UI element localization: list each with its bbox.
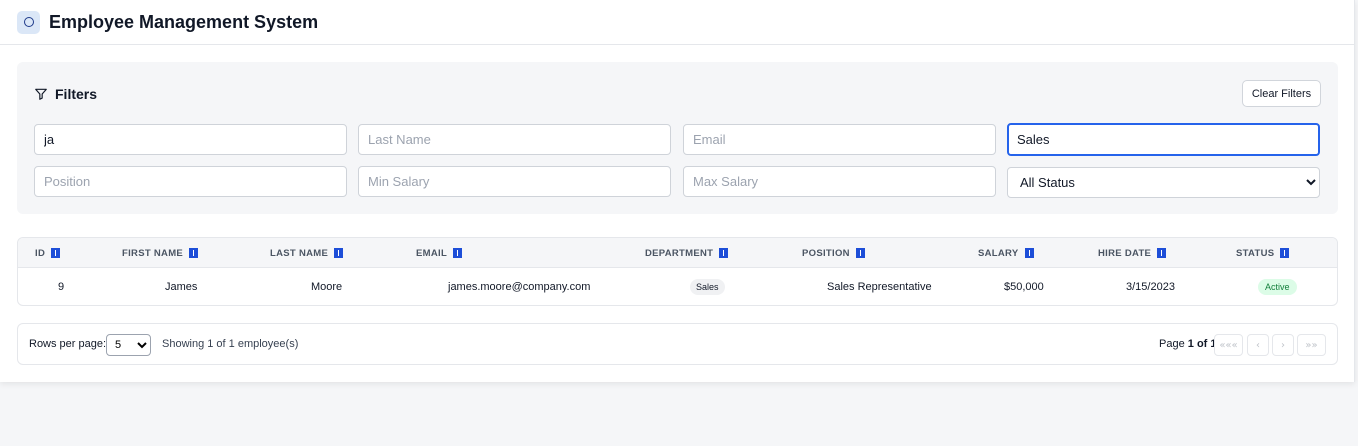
employee-table: ID FIRST NAME LAST NAME EMAIL DEPARTMENT… xyxy=(17,237,1338,306)
last-page-button[interactable]: »» xyxy=(1297,334,1326,356)
cell-email: james.moore@company.com xyxy=(448,281,591,293)
page-indicator: Page 1 of 1 xyxy=(1159,338,1217,350)
logo-icon xyxy=(17,10,40,34)
filters-title: Filters xyxy=(55,86,98,102)
showing-count: Showing 1 of 1 employee(s) xyxy=(162,338,299,350)
email-filter-input[interactable] xyxy=(683,124,996,155)
page-title: Employee Management System xyxy=(49,11,319,32)
rows-per-page-select[interactable]: 5 xyxy=(106,334,151,356)
last-name-filter-input[interactable] xyxy=(358,124,671,155)
max-salary-filter-input[interactable] xyxy=(683,166,996,197)
status-badge: Active xyxy=(1258,279,1297,295)
sort-icon xyxy=(1157,248,1167,258)
filters-panel: Filters Clear Filters All Status xyxy=(17,62,1338,214)
col-header-hire-date[interactable]: HIRE DATE xyxy=(1098,238,1167,268)
table-header-row: ID FIRST NAME LAST NAME EMAIL DEPARTMENT… xyxy=(18,238,1337,268)
cell-id: 9 xyxy=(58,281,65,293)
sort-icon xyxy=(1280,248,1290,258)
filter-icon xyxy=(35,88,47,100)
cell-last-name: Moore xyxy=(311,281,343,293)
table-row[interactable]: 9 James Moore james.moore@company.com Sa… xyxy=(18,268,1337,305)
sort-icon xyxy=(334,248,344,258)
clear-filters-button[interactable]: Clear Filters xyxy=(1242,80,1321,107)
department-badge: Sales xyxy=(690,279,725,295)
rows-per-page-label: Rows per page: xyxy=(29,338,107,350)
col-header-last-name[interactable]: LAST NAME xyxy=(270,238,344,268)
cell-position: Sales Representative xyxy=(827,281,932,293)
col-header-department[interactable]: DEPARTMENT xyxy=(645,238,729,268)
filters-header: Filters xyxy=(34,86,97,102)
cell-status: Active xyxy=(1258,268,1297,305)
cell-department: Sales xyxy=(690,268,725,305)
first-name-filter-input[interactable] xyxy=(34,124,347,155)
cell-salary: $50,000 xyxy=(1004,281,1044,293)
status-filter-select[interactable]: All Status xyxy=(1007,167,1320,198)
cell-hire-date: 3/15/2023 xyxy=(1126,281,1175,293)
col-header-id[interactable]: ID xyxy=(35,238,61,268)
sort-icon xyxy=(51,248,61,258)
position-filter-input[interactable] xyxy=(34,166,347,197)
app-window: Employee Management System Filters Clear… xyxy=(0,0,1355,382)
sort-icon xyxy=(453,248,463,258)
pagination-bar: Rows per page: 5 Showing 1 of 1 employee… xyxy=(17,323,1338,365)
prev-page-button[interactable]: ‹ xyxy=(1247,334,1269,356)
cell-first-name: James xyxy=(165,281,198,293)
col-header-position[interactable]: POSITION xyxy=(802,238,865,268)
next-page-button[interactable]: › xyxy=(1272,334,1294,356)
sort-icon xyxy=(189,248,199,258)
app-header: Employee Management System xyxy=(0,0,1354,45)
sort-icon xyxy=(719,248,729,258)
sort-icon xyxy=(855,248,865,258)
department-filter-input[interactable] xyxy=(1007,123,1320,156)
sort-icon xyxy=(1024,248,1034,258)
col-header-salary[interactable]: SALARY xyxy=(978,238,1034,268)
col-header-email[interactable]: EMAIL xyxy=(416,238,463,268)
first-page-button[interactable]: ««« xyxy=(1214,334,1243,356)
min-salary-filter-input[interactable] xyxy=(358,166,671,197)
col-header-status[interactable]: STATUS xyxy=(1236,238,1290,268)
col-header-first-name[interactable]: FIRST NAME xyxy=(122,238,199,268)
